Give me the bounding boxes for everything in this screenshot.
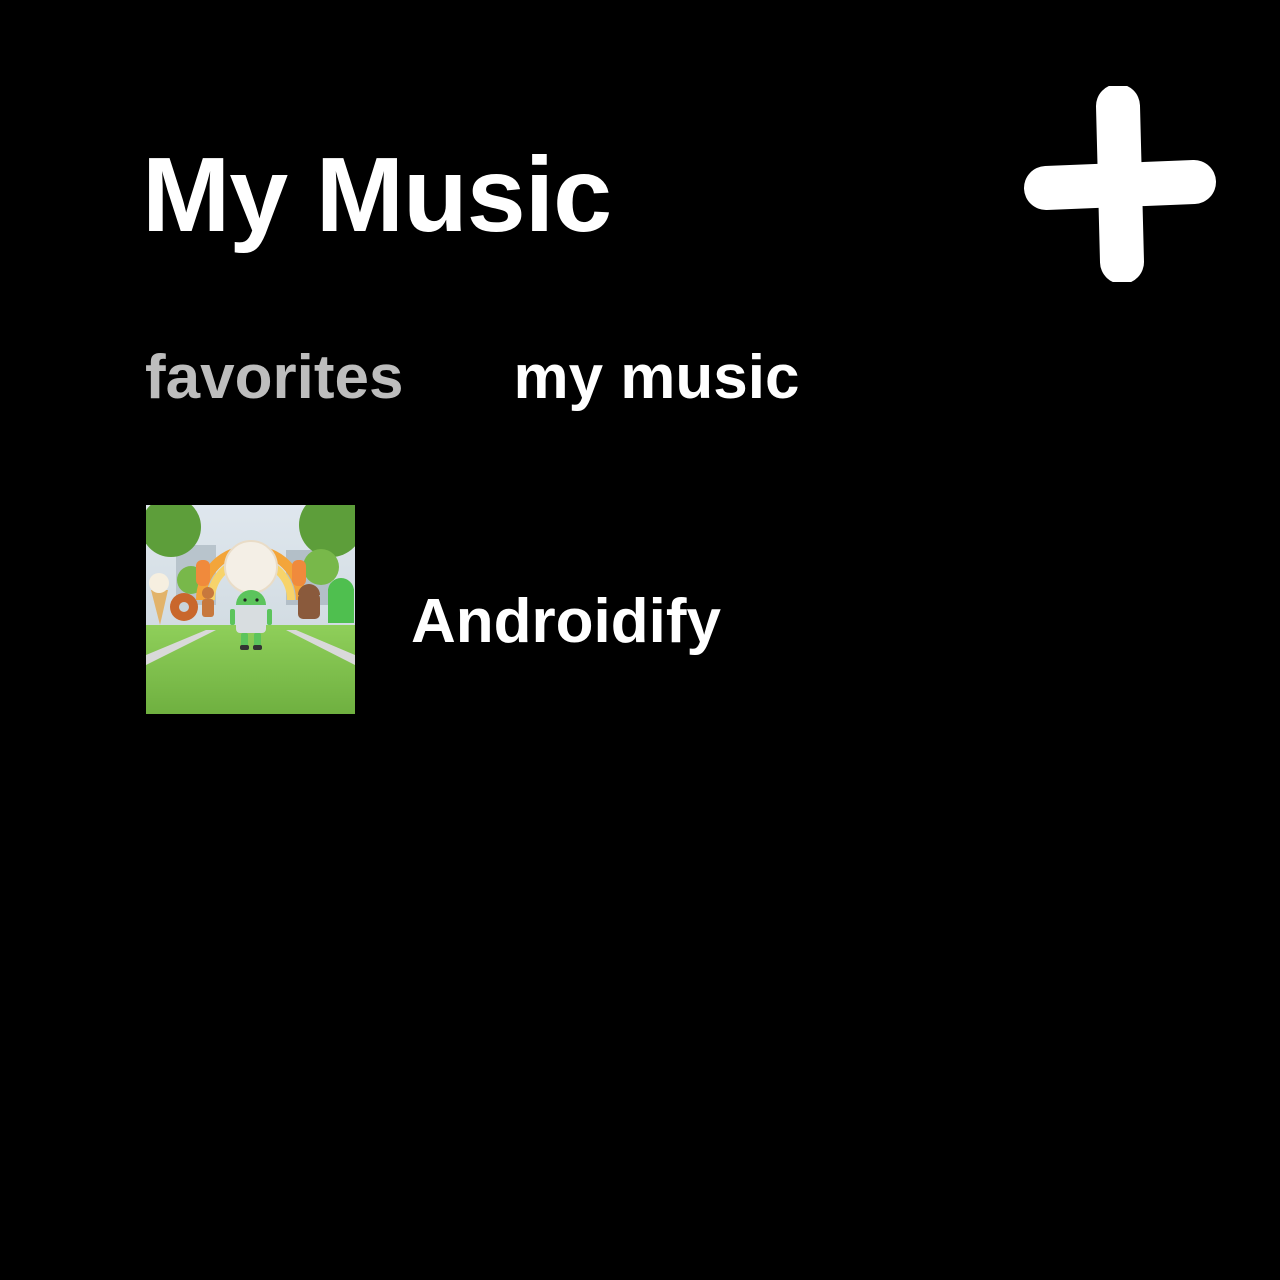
list-item[interactable]: Androidify (146, 505, 1146, 714)
page-title: My Music (142, 136, 612, 254)
music-list: Androidify (146, 505, 1146, 714)
tab-favorites[interactable]: favorites (145, 343, 403, 412)
list-item-title: Androidify (411, 587, 721, 656)
album-art-image (146, 505, 355, 714)
tab-my-music[interactable]: my music (513, 343, 799, 412)
tab-bar: favorites my music (145, 343, 799, 412)
plus-icon (1024, 86, 1216, 282)
add-button[interactable] (1020, 86, 1220, 282)
